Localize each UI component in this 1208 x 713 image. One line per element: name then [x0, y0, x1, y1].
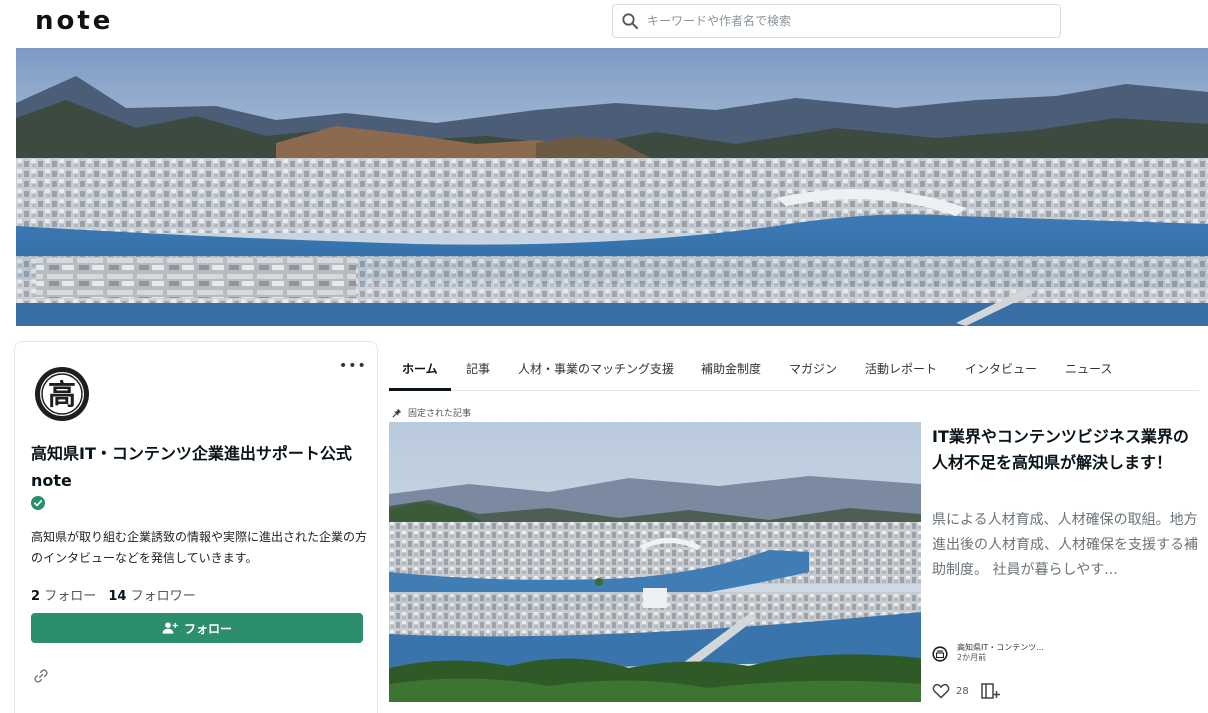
- pinned-text: 固定された記事: [408, 409, 472, 419]
- tab-news[interactable]: ニュース: [1065, 360, 1112, 377]
- follow-stats: 2 フォロー 14 フォロワー: [31, 585, 204, 604]
- tab-magazine[interactable]: マガジン: [789, 360, 837, 377]
- like-count: 28: [956, 685, 969, 697]
- article-thumbnail[interactable]: [389, 422, 921, 702]
- add-user-icon: [162, 622, 178, 634]
- tab-articles[interactable]: 記事: [466, 360, 490, 377]
- article-title[interactable]: IT業界やコンテンツビジネス業界の人材不足を高知県が解決します！: [932, 424, 1194, 476]
- tab-interview[interactable]: インタビュー: [965, 360, 1037, 377]
- tab-home[interactable]: ホーム: [402, 360, 438, 377]
- article-excerpt: 県による人材育成、人材確保の取組。地方進出後の人材育成、人材確保を支援する補助制…: [932, 512, 1198, 578]
- followers-label[interactable]: フォロワー: [131, 589, 196, 604]
- follow-button[interactable]: フォロー: [31, 613, 363, 643]
- active-tab-indicator: [389, 388, 451, 391]
- note-logo[interactable]: note: [35, 6, 113, 36]
- followers-count[interactable]: 14: [108, 589, 126, 604]
- article-stats: 28: [932, 682, 1001, 700]
- header-cover-image: [16, 48, 1208, 326]
- following-label[interactable]: フォロー: [44, 589, 96, 604]
- creator-bio: 高知県が取り組む企業誘致の情報や実際に進出された企業の方のインタビューなどを発信…: [31, 530, 368, 565]
- author-avatar[interactable]: [932, 646, 948, 662]
- creator-name[interactable]: 高知県IT・コンテンツ企業進出サポート公式note: [31, 440, 361, 494]
- profile-tabs: ホーム 記事 人材・事業のマッチング支援 補助金制度 マガジン 活動レポート イ…: [389, 350, 1199, 391]
- avatar-glyph: 高: [48, 378, 76, 411]
- tab-matching-support[interactable]: 人材・事業のマッチング支援: [518, 360, 674, 377]
- creator-avatar[interactable]: 高: [34, 366, 90, 422]
- add-to-magazine-icon[interactable]: [980, 682, 1001, 700]
- search-box[interactable]: [612, 4, 1061, 38]
- following-count[interactable]: 2: [31, 589, 40, 604]
- top-bar: note: [0, 0, 1208, 46]
- pin-icon: [392, 408, 402, 418]
- search-input[interactable]: [647, 5, 1047, 37]
- article-date: 2か月前: [957, 653, 987, 662]
- tab-subsidies[interactable]: 補助金制度: [701, 360, 761, 377]
- more-options-icon[interactable]: •••: [339, 358, 366, 374]
- tab-activity-report[interactable]: 活動レポート: [865, 360, 937, 377]
- follow-button-label: フォロー: [183, 621, 232, 636]
- heart-icon[interactable]: [932, 683, 950, 699]
- link-icon[interactable]: [32, 667, 50, 685]
- verified-badge-icon: [31, 496, 45, 510]
- pinned-article-label: 固定された記事: [392, 406, 471, 419]
- article-author[interactable]: 高知県IT・コンテンツ... 2か月前: [932, 642, 1044, 663]
- author-name[interactable]: 高知県IT・コンテンツ...: [957, 642, 1044, 653]
- creator-profile-card: ••• 高 高知県IT・コンテンツ企業進出サポート公式note 高知県が取り組む…: [14, 341, 378, 713]
- search-icon: [622, 13, 638, 29]
